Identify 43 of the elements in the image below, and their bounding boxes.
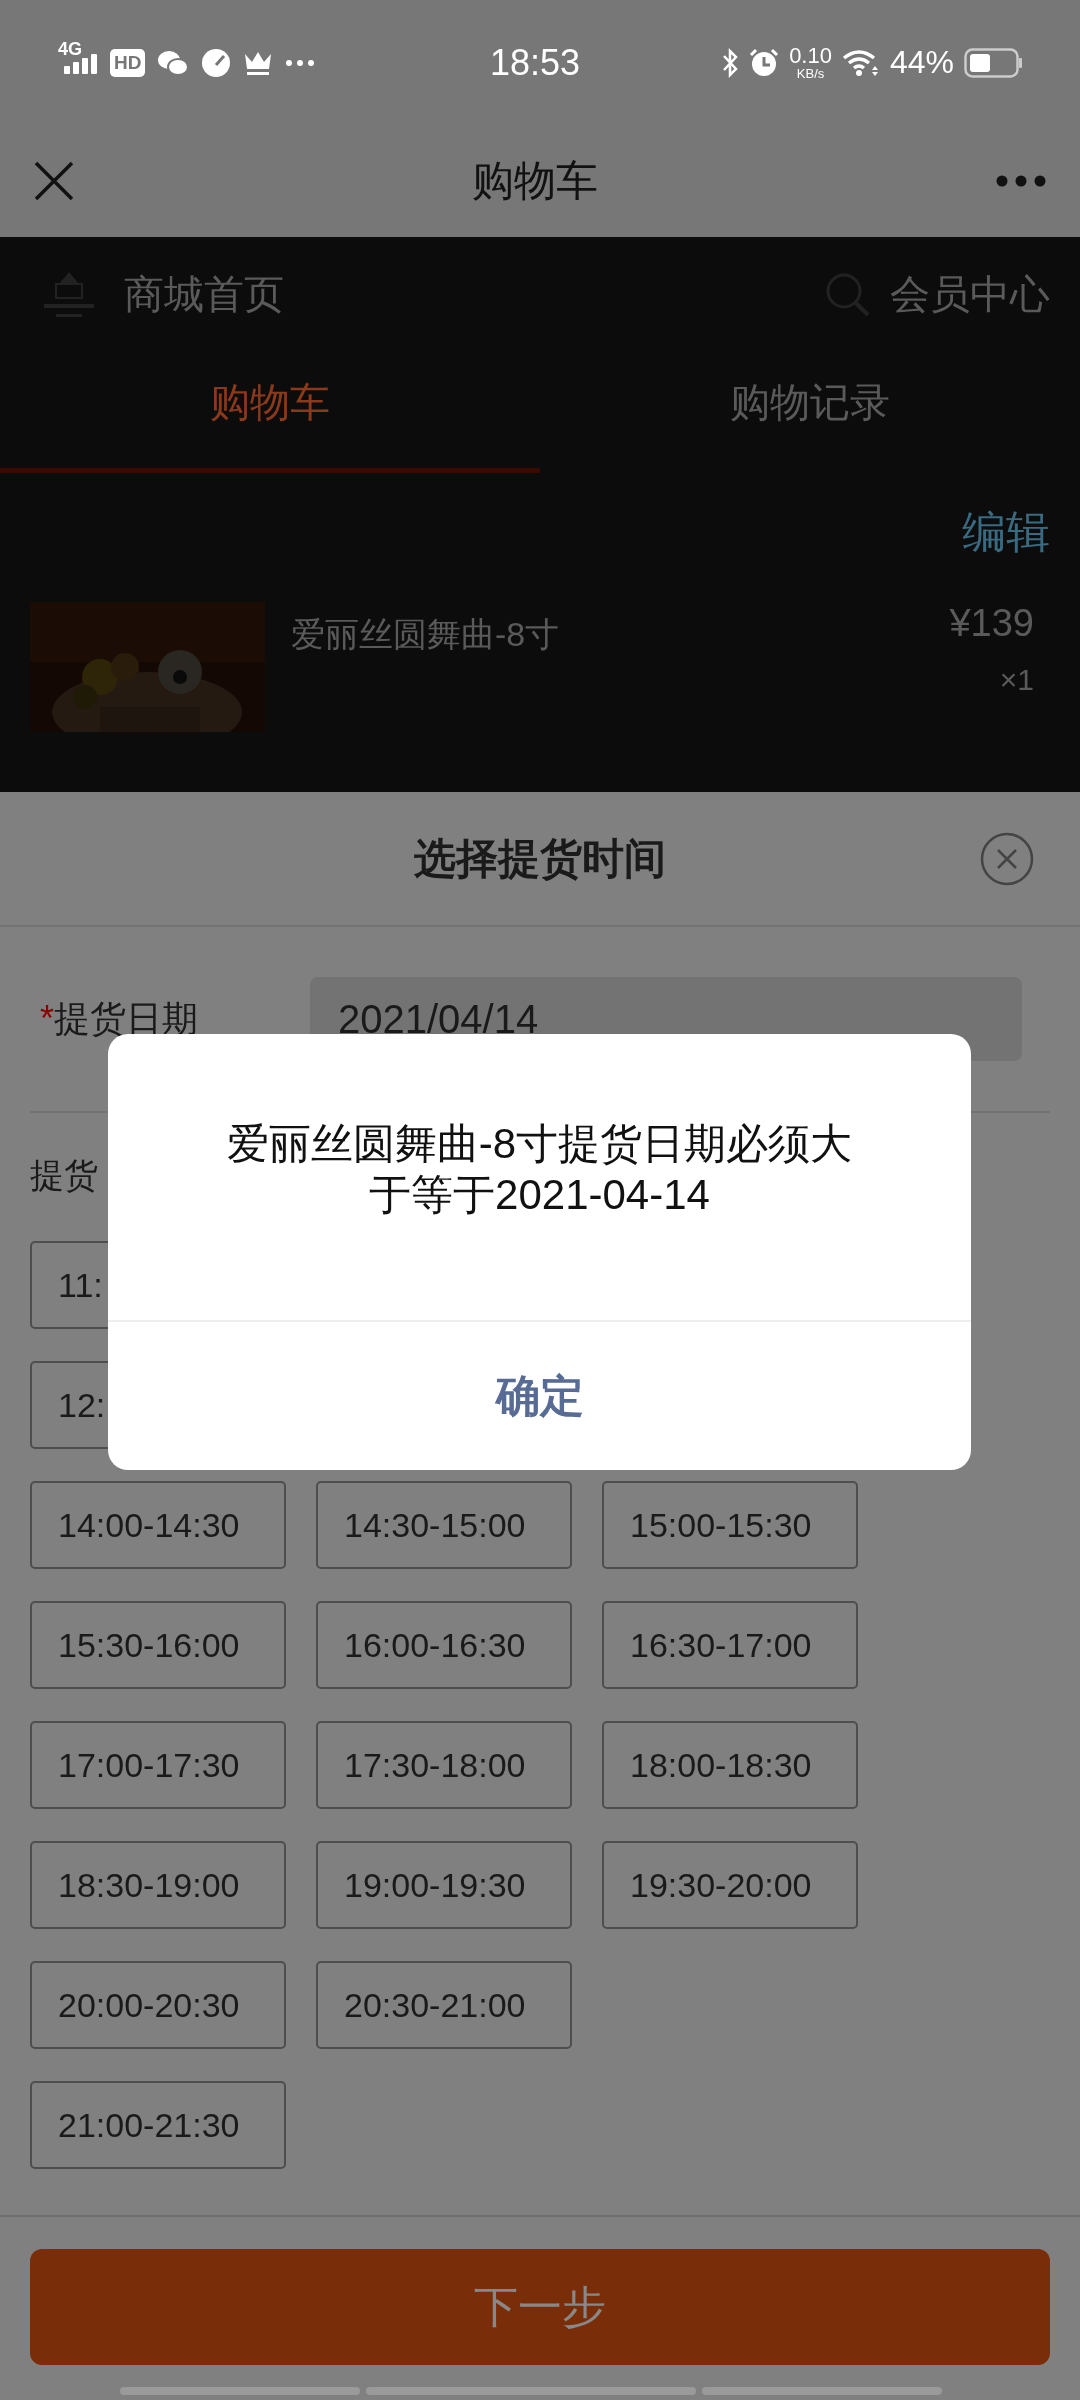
battery-percent: 44% [889, 44, 954, 81]
speed-unit: KB/s [796, 67, 825, 80]
more-icon [285, 58, 316, 67]
time-label: 提货 [30, 1155, 98, 1196]
tab[interactable]: 购物记录 [540, 355, 1080, 473]
alarm-icon [749, 47, 780, 78]
edit-link[interactable]: 编辑 [962, 503, 1050, 562]
time-slot[interactable]: 16:00-16:30 [316, 1601, 572, 1689]
product-name: 爱丽丝圆舞曲-8寸 [291, 614, 560, 655]
time-slot[interactable]: 14:30-15:00 [316, 1481, 572, 1569]
sheet-title: 选择提货时间 [414, 833, 666, 884]
page-title: 购物车 [472, 156, 598, 206]
next-step-button[interactable]: 下一步 [30, 2249, 1050, 2365]
time-slot[interactable]: 15:30-16:00 [30, 1601, 286, 1689]
close-icon[interactable] [980, 832, 1034, 886]
time-slot[interactable]: 15:00-15:30 [602, 1481, 858, 1569]
time-slot[interactable]: 17:30-18:00 [316, 1721, 572, 1809]
wifi-icon [841, 48, 880, 77]
time-slot[interactable]: 18:30-19:00 [30, 1841, 286, 1929]
time-slot[interactable]: 20:00-20:30 [30, 1961, 286, 2049]
speed-value: 0.10 [789, 45, 832, 67]
close-icon[interactable] [34, 161, 74, 201]
member-center-link[interactable]: 会员中心 [890, 266, 1050, 322]
battery-icon [964, 47, 1022, 78]
time-slot[interactable]: 21:00-21:30 [30, 2081, 286, 2169]
time-slot[interactable]: 18:00-18:30 [602, 1721, 858, 1809]
more-icon[interactable] [996, 175, 1046, 187]
clock-time: 18:53 [490, 41, 581, 84]
bluetooth-icon [721, 47, 740, 78]
tab[interactable]: 购物车 [0, 355, 540, 473]
hd-label: HD [110, 48, 146, 77]
confirm-button[interactable]: 确定 [108, 1322, 971, 1470]
time-slot[interactable]: 20:30-21:00 [316, 1961, 572, 2049]
product-quantity: ×1 [999, 663, 1034, 697]
time-slot[interactable]: 14:00-14:30 [30, 1481, 286, 1569]
network-label: 4G [58, 39, 82, 60]
time-slot[interactable]: 19:00-19:30 [316, 1841, 572, 1929]
time-slot[interactable]: 19:30-20:00 [602, 1841, 858, 1929]
gauge-icon [201, 47, 232, 78]
home-link[interactable]: 商城首页 [124, 266, 284, 322]
product-price: ¥139 [949, 602, 1034, 645]
time-slot[interactable]: 16:30-17:00 [602, 1601, 858, 1689]
time-slot[interactable]: 17:00-17:30 [30, 1721, 286, 1809]
